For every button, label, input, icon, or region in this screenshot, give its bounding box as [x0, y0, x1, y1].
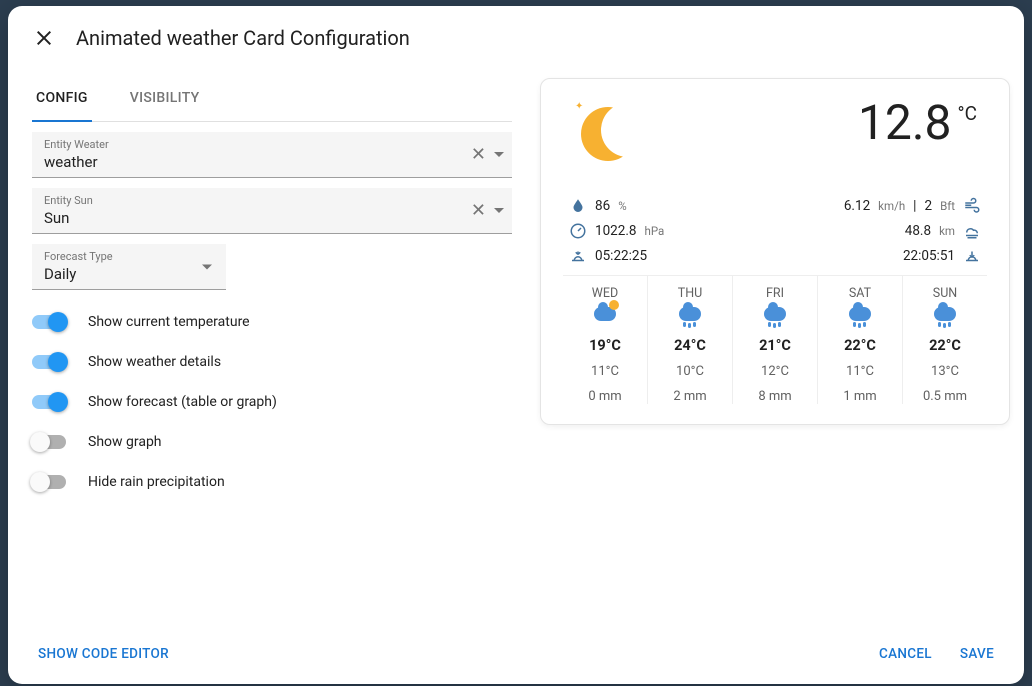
- tabs: CONFIG VISIBILITY: [32, 78, 512, 122]
- sunrise-row: 05:22:25: [569, 247, 664, 265]
- day-label: THU: [650, 286, 730, 301]
- forecast-icon: [735, 307, 815, 331]
- tab-config[interactable]: CONFIG: [32, 78, 92, 122]
- sunset-row: 22:05:51: [903, 247, 981, 265]
- forecast-day: WED 19°C 11°C 0 mm: [563, 276, 647, 404]
- chevron-down-icon[interactable]: [202, 264, 212, 269]
- switch[interactable]: [32, 395, 66, 409]
- switch[interactable]: [32, 315, 66, 329]
- day-rain: 0.5 mm: [905, 389, 985, 404]
- config-dialog: Animated weather Card Configuration CONF…: [8, 6, 1024, 684]
- wind-row: 6.12km/h | 2Bft: [818, 197, 981, 215]
- close-icon[interactable]: [32, 26, 56, 50]
- tab-visibility[interactable]: VISIBILITY: [126, 78, 204, 121]
- day-rain: 8 mm: [735, 389, 815, 404]
- wind-icon: [963, 197, 981, 215]
- field-value: Daily: [44, 263, 214, 283]
- day-rain: 0 mm: [565, 389, 645, 404]
- show-code-editor-button[interactable]: SHOW CODE EDITOR: [38, 646, 169, 662]
- field-label: Entity Sun: [44, 194, 472, 207]
- day-rain: 2 mm: [650, 389, 730, 404]
- forecast-icon: [565, 307, 645, 331]
- day-low: 12°C: [735, 364, 815, 379]
- sunset-icon: [963, 247, 981, 265]
- forecast-type-select[interactable]: Forecast Type Daily: [32, 244, 226, 290]
- toggle-show-forecast: Show forecast (table or graph): [32, 394, 512, 410]
- toggle-show-temp: Show current temperature: [32, 314, 512, 330]
- chevron-down-icon[interactable]: [494, 208, 504, 213]
- day-high: 19°C: [565, 337, 645, 354]
- current-temperature: 12.8 °C: [858, 99, 977, 147]
- field-value: Sun: [44, 207, 472, 227]
- toggle-label: Show current temperature: [88, 314, 250, 330]
- forecast-day: THU 24°C 10°C 2 mm: [647, 276, 732, 404]
- dialog-footer: SHOW CODE EDITOR CANCEL SAVE: [8, 630, 1024, 684]
- day-low: 11°C: [820, 364, 900, 379]
- day-high: 22°C: [905, 337, 985, 354]
- entity-weather-field[interactable]: Entity Weater weather ✕: [32, 132, 512, 178]
- humidity-row: 86%: [569, 197, 664, 215]
- forecast-icon: [650, 307, 730, 331]
- dialog-title: Animated weather Card Configuration: [76, 26, 410, 50]
- day-low: 13°C: [905, 364, 985, 379]
- wind-arrow-icon: [818, 197, 836, 215]
- moon-icon: ✦ ✦: [573, 99, 643, 169]
- field-value: weather: [44, 151, 472, 171]
- cancel-button[interactable]: CANCEL: [879, 646, 932, 662]
- pressure-row: 1022.8hPa: [569, 222, 664, 240]
- day-high: 24°C: [650, 337, 730, 354]
- field-label: Entity Weater: [44, 138, 472, 151]
- save-button[interactable]: SAVE: [960, 646, 994, 662]
- entity-sun-field[interactable]: Entity Sun Sun ✕: [32, 188, 512, 234]
- day-label: FRI: [735, 286, 815, 301]
- config-form: CONFIG VISIBILITY Entity Weater weather …: [32, 60, 512, 630]
- toggle-label: Show graph: [88, 434, 162, 450]
- toggle-label: Show weather details: [88, 354, 221, 370]
- switch[interactable]: [32, 355, 66, 369]
- day-label: SAT: [820, 286, 900, 301]
- switch[interactable]: [32, 475, 66, 489]
- day-rain: 1 mm: [820, 389, 900, 404]
- toggle-hide-rain: Hide rain precipitation: [32, 474, 512, 490]
- forecast-icon: [820, 307, 900, 331]
- water-drop-icon: [569, 197, 587, 215]
- visibility-row: 48.8km: [905, 222, 981, 240]
- weather-details: 86% 1022.8hPa 05:22:25: [563, 197, 987, 265]
- forecast-day: SAT 22°C 11°C 1 mm: [817, 276, 902, 404]
- gauge-icon: [569, 222, 587, 240]
- forecast-table: WED 19°C 11°C 0 mm THU 24°C 10°C 2 mm FRI 21°C 12°…: [563, 275, 987, 404]
- toggle-label: Hide rain precipitation: [88, 474, 225, 490]
- toggle-label: Show forecast (table or graph): [88, 394, 277, 410]
- forecast-day: SUN 22°C 13°C 0.5 mm: [902, 276, 987, 404]
- day-low: 11°C: [565, 364, 645, 379]
- toggle-show-details: Show weather details: [32, 354, 512, 370]
- forecast-day: FRI 21°C 12°C 8 mm: [732, 276, 817, 404]
- switch[interactable]: [32, 435, 66, 449]
- temp-value: 12.8: [858, 99, 952, 147]
- day-high: 21°C: [735, 337, 815, 354]
- clear-icon[interactable]: ✕: [471, 146, 486, 164]
- day-label: SUN: [905, 286, 985, 301]
- day-high: 22°C: [820, 337, 900, 354]
- day-low: 10°C: [650, 364, 730, 379]
- toggle-show-graph: Show graph: [32, 434, 512, 450]
- day-label: WED: [565, 286, 645, 301]
- chevron-down-icon[interactable]: [494, 152, 504, 157]
- weather-card-preview: ✦ ✦ 12.8 °C 86%: [540, 78, 1010, 425]
- dialog-header: Animated weather Card Configuration: [8, 6, 1024, 60]
- sunrise-icon: [569, 247, 587, 265]
- field-label: Forecast Type: [44, 250, 214, 263]
- forecast-icon: [905, 307, 985, 331]
- fog-icon: [963, 222, 981, 240]
- clear-icon[interactable]: ✕: [471, 202, 486, 220]
- temp-unit: °C: [958, 102, 977, 125]
